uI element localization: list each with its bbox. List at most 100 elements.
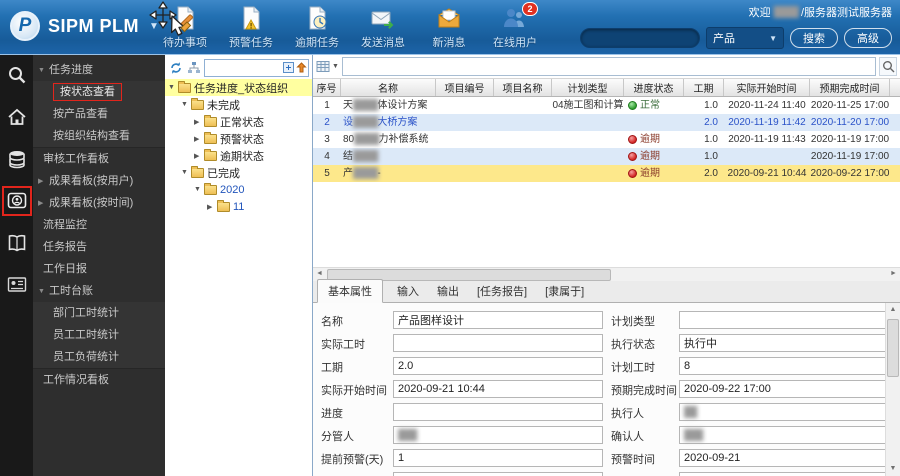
tree-node-label: 未完成 bbox=[207, 99, 240, 112]
toolbar-online-users[interactable]: 2 在线用户 bbox=[482, 2, 548, 50]
column-header[interactable]: 名称 bbox=[341, 79, 436, 96]
field-input[interactable] bbox=[679, 472, 893, 476]
sidebar-item[interactable]: 按状态查看 bbox=[33, 81, 165, 103]
detail-tab[interactable]: 基本属性 bbox=[317, 279, 383, 303]
status-cell: 逾期 bbox=[624, 131, 684, 148]
table-row[interactable]: 4 结 ████ 逾期 1.0 2020-11-19 17:00 bbox=[313, 148, 900, 165]
tree-node[interactable]: ▶ 正常状态 bbox=[165, 113, 312, 130]
field-input[interactable] bbox=[393, 472, 603, 476]
column-header[interactable]: 项目名称 bbox=[494, 79, 552, 96]
sidebar-item[interactable]: 按产品查看 bbox=[33, 103, 165, 125]
sidebar-item[interactable]: 员工工时统计 bbox=[33, 324, 165, 346]
detail-tab[interactable]: 输出 bbox=[433, 280, 463, 302]
search-button[interactable]: 搜索 bbox=[790, 28, 838, 48]
chevron-down-icon[interactable]: ▼ bbox=[181, 101, 190, 108]
sidebar-item[interactable]: ▼ 任务进度 bbox=[33, 59, 165, 81]
field-input[interactable] bbox=[393, 449, 603, 467]
chevron-down-icon[interactable]: ▼ bbox=[181, 169, 190, 176]
column-header[interactable]: 序号 bbox=[313, 79, 341, 96]
org-tree-icon[interactable] bbox=[186, 61, 201, 76]
nav-database-icon[interactable] bbox=[5, 147, 29, 171]
sidebar-item[interactable]: 部门工时统计 bbox=[33, 302, 165, 324]
detail-tab[interactable]: [任务报告] bbox=[473, 280, 531, 302]
tree-node[interactable]: ▼ 未完成 bbox=[165, 96, 312, 113]
scroll-up-icon[interactable]: ▲ bbox=[886, 303, 900, 317]
tree-node[interactable]: ▼ 任务进度_状态组织 bbox=[165, 79, 312, 96]
field-input[interactable] bbox=[393, 403, 603, 421]
tree-toolbar bbox=[165, 55, 312, 79]
search-category-select[interactable]: 产品 ▼ bbox=[706, 27, 784, 49]
chevron-right-icon[interactable]: ▶ bbox=[194, 152, 203, 160]
sidebar-item-label: 部门工时统计 bbox=[53, 307, 119, 319]
tree-node[interactable]: ▶ 逾期状态 bbox=[165, 147, 312, 164]
detail-tab[interactable]: 输入 bbox=[393, 280, 423, 302]
table-row[interactable]: 2 设 ████ 大桥方案 2.0 2020-11-19 11:42 2020-11-20 … bbox=[313, 114, 900, 131]
detail-tab[interactable]: [隶属于] bbox=[541, 280, 588, 302]
sidebar-item[interactable]: 按组织结构查看 bbox=[33, 125, 165, 147]
sidebar-item[interactable]: 员工负荷统计 bbox=[33, 346, 165, 368]
sidebar-item[interactable]: 工作情况看板 bbox=[33, 368, 165, 391]
tree-node[interactable]: ▼ 已完成 bbox=[165, 164, 312, 181]
table-row[interactable]: 3 80 ████ 力补偿系统 逾期 1.0 2020-11-19 11:43 2020-11… bbox=[313, 131, 900, 148]
nav-home-icon[interactable] bbox=[5, 105, 29, 129]
field-input[interactable] bbox=[679, 380, 893, 398]
toolbar-warning-tasks[interactable]: 预警任务 bbox=[218, 5, 284, 50]
global-search-input[interactable] bbox=[580, 28, 700, 48]
tree-node[interactable]: ▼ 2020 bbox=[165, 181, 312, 198]
toolbar-send-message[interactable]: 发送消息 bbox=[350, 5, 416, 50]
field-input[interactable] bbox=[679, 357, 893, 375]
collapse-all-icon[interactable] bbox=[296, 62, 307, 73]
app-logo[interactable]: P SIPM PLM ▼ bbox=[10, 11, 159, 41]
column-header[interactable]: 实际开始时间 bbox=[724, 79, 810, 96]
field-input[interactable] bbox=[393, 334, 603, 352]
chevron-down-icon[interactable]: ▼ bbox=[168, 84, 177, 91]
chevron-right-icon[interactable]: ▶ bbox=[194, 118, 203, 126]
sidebar-item[interactable]: 流程监控 bbox=[33, 214, 165, 236]
scroll-right-icon[interactable]: ► bbox=[887, 268, 900, 280]
name-cell: 产 ████ - bbox=[341, 165, 436, 182]
chevron-right-icon[interactable]: ▶ bbox=[207, 203, 216, 211]
column-header[interactable]: 预期完成时间 bbox=[810, 79, 890, 96]
sidebar-item[interactable]: ▶ 成果看板(按用户) bbox=[33, 170, 165, 192]
sidebar-item[interactable]: 审核工作看板 bbox=[33, 147, 165, 170]
toolbar-todo[interactable]: 待办事项 bbox=[152, 5, 218, 50]
chevron-down-icon[interactable]: ▼ bbox=[194, 186, 203, 193]
field-input[interactable] bbox=[679, 334, 893, 352]
nav-search-icon[interactable] bbox=[5, 63, 29, 87]
advanced-search-button[interactable]: 高级 bbox=[844, 28, 892, 48]
nav-idcard-icon[interactable] bbox=[5, 273, 29, 297]
tree-node[interactable]: ▶ 预警状态 bbox=[165, 130, 312, 147]
sidebar-item[interactable]: 任务报告 bbox=[33, 236, 165, 258]
field-input[interactable] bbox=[679, 449, 893, 467]
nav-dashboard-icon[interactable] bbox=[1, 186, 32, 216]
folder-icon bbox=[204, 114, 217, 127]
sidebar-item[interactable]: 工作日报 bbox=[33, 258, 165, 280]
field-input[interactable] bbox=[679, 311, 893, 329]
sidebar-item[interactable]: ▼ 工时台账 bbox=[33, 280, 165, 302]
toolbar-new-message[interactable]: 新消息 bbox=[416, 5, 482, 50]
table-row[interactable]: 5 产 ████ - 逾期 2.0 2020-09-21 10:44 2020-09-22 1… bbox=[313, 165, 900, 182]
refresh-icon[interactable] bbox=[168, 61, 183, 76]
vscrollbar-thumb[interactable] bbox=[887, 319, 899, 377]
column-header[interactable]: 计划类型 bbox=[552, 79, 624, 96]
search-icon[interactable] bbox=[879, 57, 897, 76]
toolbar-overdue-tasks[interactable]: 逾期任务 bbox=[284, 5, 350, 50]
column-header[interactable]: 项目编号 bbox=[436, 79, 494, 96]
column-header[interactable]: 进度状态 bbox=[624, 79, 684, 96]
locate-node-icon[interactable] bbox=[283, 62, 294, 73]
field-input[interactable] bbox=[393, 357, 603, 375]
table-row[interactable]: 1 天 ████ 体设计方案 04施工图和计算 正常 1.0 2020-11-24 11:40… bbox=[313, 97, 900, 114]
vertical-scrollbar[interactable]: ▲ ▼ bbox=[885, 303, 900, 476]
scroll-down-icon[interactable]: ▼ bbox=[886, 462, 900, 476]
field-input[interactable] bbox=[393, 380, 603, 398]
field-input[interactable] bbox=[393, 311, 603, 329]
nav-book-icon[interactable] bbox=[5, 231, 29, 255]
tree-node[interactable]: ▶ 11 bbox=[165, 198, 312, 215]
field-label: 实际结束时间 bbox=[321, 472, 393, 476]
column-header[interactable]: 工期 bbox=[684, 79, 724, 96]
sidebar-item[interactable]: ▶ 成果看板(按时间) bbox=[33, 192, 165, 214]
chevron-right-icon[interactable]: ▶ bbox=[194, 135, 203, 143]
horizontal-scrollbar[interactable]: ◄ ► bbox=[313, 267, 900, 281]
table-filter-input[interactable] bbox=[341, 57, 876, 76]
columns-menu-icon[interactable]: ▼ bbox=[316, 60, 339, 73]
